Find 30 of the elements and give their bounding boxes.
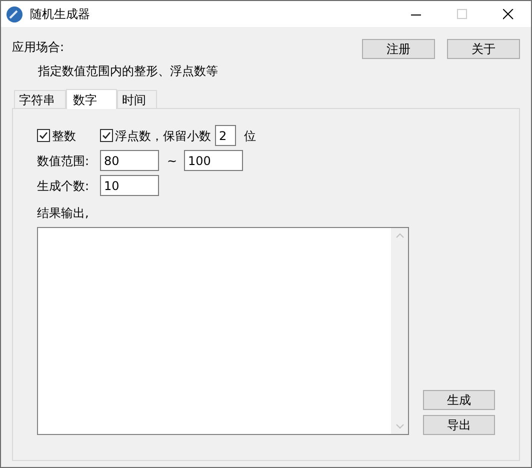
checkbox[interactable]: [37, 129, 50, 142]
scroll-up-icon[interactable]: [396, 233, 404, 238]
tab[interactable]: 数字: [66, 89, 117, 109]
input-field[interactable]: 10: [100, 175, 159, 196]
tab[interactable]: 字符串: [14, 90, 66, 108]
input-field[interactable]: 2: [215, 125, 236, 146]
scrollbar[interactable]: [391, 228, 408, 434]
app-icon: [6, 6, 23, 22]
checkbox-label: 浮点数，保留小数: [115, 128, 211, 144]
tab[interactable]: 时间: [117, 90, 157, 108]
input-field[interactable]: 100: [184, 150, 243, 171]
output-area[interactable]: [37, 227, 409, 435]
output-label: 结果输出,: [37, 205, 90, 222]
range-separator: ~: [167, 152, 176, 170]
checkbox[interactable]: [100, 129, 113, 142]
scroll-down-icon[interactable]: [396, 424, 404, 429]
count-label: 生成个数:: [37, 178, 90, 194]
action-button[interactable]: 生成: [423, 390, 495, 410]
checkbox-label: 整数: [52, 128, 76, 144]
input-field[interactable]: 80: [100, 150, 159, 171]
action-button[interactable]: 导出: [423, 415, 495, 435]
window-title: 随机生成器: [30, 6, 90, 23]
maximize-icon: [456, 8, 468, 20]
section-label: 应用场合:: [12, 39, 66, 56]
header-button[interactable]: 注册: [362, 39, 435, 59]
header-button[interactable]: 关于: [447, 39, 520, 59]
unit-label: 位: [244, 128, 256, 144]
description-text: 指定数值范围内的整形、浮点数等: [38, 63, 218, 80]
close-icon: [502, 8, 514, 20]
range-label: 数值范围:: [37, 152, 90, 170]
